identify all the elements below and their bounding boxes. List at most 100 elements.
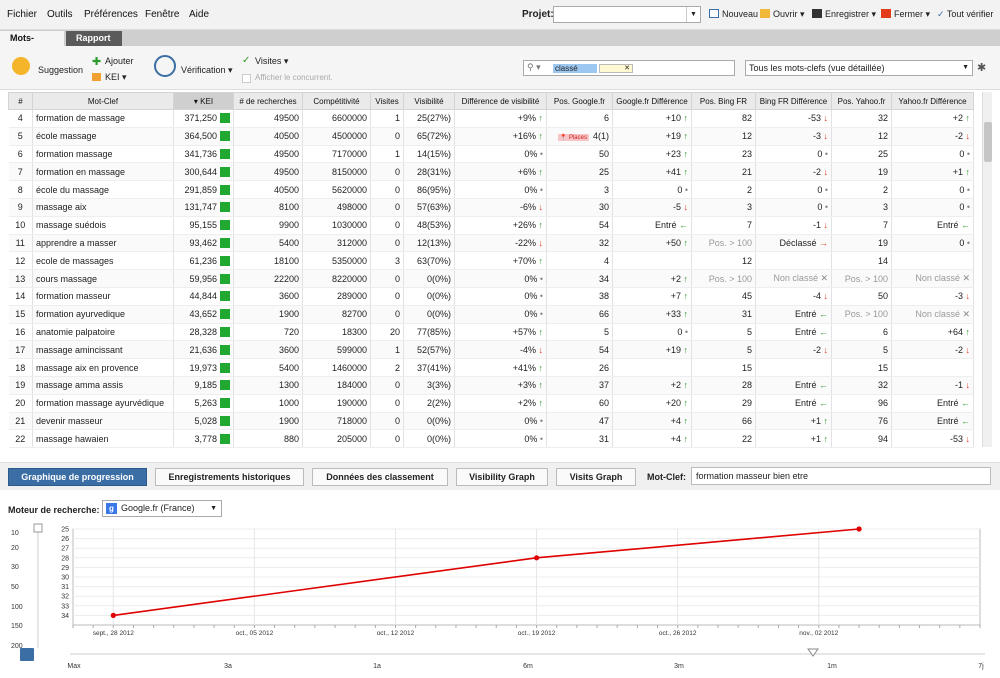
table-row[interactable]: 15 formation ayurvedique 43,652 1900 82700 0 0… xyxy=(8,305,974,324)
fermer-button[interactable]: Fermer ▾ xyxy=(881,9,930,20)
verification-button[interactable]: Vérification ▾ xyxy=(181,65,233,76)
tab-mots-clefs[interactable]: Mots-Clefs xyxy=(0,31,64,58)
column-header[interactable]: ▾ KEI xyxy=(173,92,234,110)
column-header[interactable]: Pos. Bing FR xyxy=(691,92,756,110)
column-header[interactable]: # de recherches xyxy=(233,92,303,110)
x-tick-label: oct., 19 2012 xyxy=(518,630,556,637)
table-cell: école massage xyxy=(32,127,174,146)
table-cell: 95,155 xyxy=(173,216,234,235)
table-cell: 6 xyxy=(8,145,33,164)
kei-button[interactable]: KEI ▾ xyxy=(105,72,127,83)
table-row[interactable]: 10 massage suédois 95,155 9900 1030000 0 48(53… xyxy=(8,216,974,235)
table-row[interactable]: 8 école du massage 291,859 40500 5620000 0 86(… xyxy=(8,180,974,199)
table-cell: -53 ↓ xyxy=(891,429,974,449)
arrow-down-icon: ↓ xyxy=(962,131,970,142)
filter-chip-clear[interactable]: ✕ xyxy=(599,64,633,73)
tab-visits-graph[interactable]: Visits Graph xyxy=(556,468,636,486)
arrow-down-icon: ↓ xyxy=(820,113,828,124)
column-header[interactable]: Visibilité xyxy=(403,92,455,110)
table-row[interactable]: 5 école massage 364,500 40500 4500000 0 65(72%… xyxy=(8,127,974,146)
table-row[interactable]: 19 massage amma assis 9,185 1300 184000 0 3(3%… xyxy=(8,376,974,395)
menu-fichier[interactable]: Fichier xyxy=(7,9,37,20)
folder-icon xyxy=(760,9,770,18)
table-cell: 0 xyxy=(370,198,404,217)
column-header[interactable]: Visites xyxy=(370,92,404,110)
table-row[interactable]: 13 cours massage 59,956 22200 8220000 0 0(0%) 0… xyxy=(8,269,974,288)
column-header[interactable]: Pos. Yahoo.fr xyxy=(831,92,892,110)
y-tick-label: 26 xyxy=(61,536,69,543)
menu-preferences[interactable]: Préférences xyxy=(84,9,138,20)
kei-bar xyxy=(220,184,230,195)
tab-donnees-classement[interactable]: Données des classement xyxy=(312,468,448,486)
table-row[interactable]: 18 massage aix en provence 19,973 5400 14600… xyxy=(8,358,974,377)
table-cell: 4 xyxy=(8,109,33,128)
ajouter-button[interactable]: Ajouter xyxy=(105,56,134,66)
table-cell: 3600 xyxy=(233,340,303,360)
places-badge: 📍 Places xyxy=(557,134,589,142)
tout-verifier-button[interactable]: ✓ Tout vérifier xyxy=(937,9,993,20)
suggestion-button[interactable]: Suggestion xyxy=(38,65,83,75)
column-header[interactable]: Différence de visibilité xyxy=(454,92,547,110)
table-row[interactable]: 21 devenir masseur 5,028 1900 718000 0 0(0%) 0%… xyxy=(8,412,974,431)
projet-select[interactable]: ▼ xyxy=(553,6,701,23)
table-row[interactable]: 22 massage hawaien 3,778 880 205000 0 0(0%) 0% … xyxy=(8,429,974,449)
tab-graphique-progression[interactable]: Graphique de progression xyxy=(8,468,147,486)
table-row[interactable]: 11 apprendre a masser 93,462 5400 312000 0 12(… xyxy=(8,234,974,253)
tab-enregistrements-historiques[interactable]: Enregistrements historiques xyxy=(155,468,304,486)
view-select[interactable]: Tous les mots-clefs (vue détaillée) ▼ xyxy=(745,60,973,76)
table-cell: 1 xyxy=(370,145,404,164)
menu-fenetre[interactable]: Fenêtre xyxy=(145,9,179,20)
table-row[interactable]: 14 formation masseur 44,844 3600 289000 0 0(0%… xyxy=(8,287,974,306)
tab-visibility-graph[interactable]: Visibility Graph xyxy=(456,468,548,486)
enregistrer-button[interactable]: Enregistrer ▾ xyxy=(812,9,876,20)
table-row[interactable]: 9 massage aix 131,747 8100 498000 0 57(63%) -6%… xyxy=(8,198,974,217)
column-header[interactable]: Compétitivité xyxy=(302,92,371,110)
column-header[interactable]: Google.fr Différence xyxy=(612,92,692,110)
menu-aide[interactable]: Aide xyxy=(189,9,209,20)
table-cell: 32 xyxy=(831,376,892,395)
column-header[interactable]: Bing FR Différence xyxy=(755,92,832,110)
table-cell: 4500000 xyxy=(302,127,371,146)
afficher-concurrent-checkbox[interactable] xyxy=(242,74,251,83)
mot-clef-field[interactable]: formation masseur bien etre xyxy=(691,467,991,485)
scroll-thumb[interactable] xyxy=(984,122,992,162)
tab-rapport[interactable]: Rapport xyxy=(66,31,122,46)
table-cell: -6% ↓ xyxy=(454,198,547,217)
menu-outils[interactable]: Outils xyxy=(47,9,73,20)
table-cell: 63(70%) xyxy=(403,251,455,271)
nouveau-button[interactable]: Nouveau xyxy=(709,9,758,19)
arrow-left-icon: ← xyxy=(958,220,970,231)
table-row[interactable]: 16 anatomie palpatoire 28,328 720 18300 20 77(… xyxy=(8,323,974,342)
ouvrir-button[interactable]: Ouvrir ▾ xyxy=(760,9,805,20)
table-scrollbar[interactable] xyxy=(982,92,992,447)
arrow-up-icon: ↑ xyxy=(820,415,828,426)
table-cell: 23 xyxy=(691,145,756,164)
column-header[interactable]: # xyxy=(8,92,33,110)
document-icon xyxy=(709,9,719,18)
table-row[interactable]: 4 formation de massage 371,250 49500 6600000… xyxy=(8,109,974,128)
y-tick-label: 25 xyxy=(61,527,69,534)
table-row[interactable]: 12 ecole de massages 61,236 18100 5350000 3 63… xyxy=(8,251,974,271)
table-row[interactable]: 6 formation massage 341,736 49500 7170000 1 14… xyxy=(8,145,974,164)
column-header[interactable]: Yahoo.fr Différence xyxy=(891,92,974,110)
table-cell: 0 • xyxy=(891,145,974,164)
table-cell: 0 xyxy=(370,216,404,235)
gear-icon[interactable]: ✱ xyxy=(977,61,986,74)
filter-chip[interactable]: classé xyxy=(553,64,597,73)
table-cell: formation masseur xyxy=(32,287,174,306)
column-header[interactable]: Mot-Clef xyxy=(32,92,174,110)
arrow-left-icon: ← xyxy=(816,309,828,320)
arrow-up-icon: ↑ xyxy=(962,166,970,177)
visites-button[interactable]: Visites ▾ xyxy=(255,56,288,67)
search-icon: ⚲ ▾ xyxy=(527,62,541,72)
engine-select[interactable]: g Google.fr (France) ▼ xyxy=(102,500,222,517)
table-cell: 20 xyxy=(370,323,404,342)
view-select-value: Tous les mots-clefs (vue détaillée) xyxy=(749,63,885,73)
column-header[interactable]: Pos. Google.fr xyxy=(546,92,613,110)
table-row[interactable]: 17 massage amincissant 21,636 3600 599000 1 52… xyxy=(8,340,974,360)
arrow-up-icon: ↑ xyxy=(535,326,543,337)
kei-bar xyxy=(220,220,230,231)
table-row[interactable]: 7 formation en massage 300,644 49500 8150000… xyxy=(8,162,974,182)
filter-search-input[interactable]: ⚲ ▾ classé ✕ xyxy=(523,60,735,76)
table-row[interactable]: 20 formation massage ayurvédique 5,263 1000… xyxy=(8,394,974,413)
